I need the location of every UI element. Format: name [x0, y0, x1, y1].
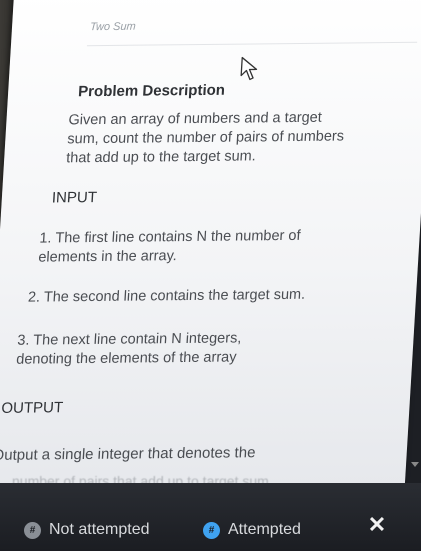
page-title: Two Sum	[89, 20, 137, 34]
status-bar	[0, 483, 421, 551]
problem-panel: Two Sum Problem Description Given an arr…	[0, 0, 421, 494]
legend-attempted: # Attempted	[203, 521, 301, 539]
input-item-1: 1. The first line contains N the number …	[38, 227, 301, 268]
problem-description-text: Given an array of numbers and a target s…	[66, 108, 346, 168]
close-icon[interactable]: ✕	[366, 514, 388, 536]
attempted-badge-icon: #	[203, 521, 220, 539]
input-item-line: 1. The first line contains N the number …	[38, 227, 301, 247]
description-line: sum, count the number of pairs of number…	[66, 128, 345, 148]
input-item-2: 2. The second line contains the target s…	[27, 286, 306, 306]
input-item-line: elements in the array.	[37, 248, 178, 266]
input-item-3: 3. The next line contain N integers, den…	[16, 329, 242, 369]
not-attempted-badge-icon: #	[24, 521, 41, 539]
scroll-down-icon[interactable]	[411, 462, 419, 467]
description-line: that add up to the target sum.	[65, 148, 257, 167]
legend-not-attempted: # Not attempted	[24, 521, 150, 539]
not-attempted-label: Not attempted	[49, 521, 150, 538]
attempted-label: Attempted	[228, 521, 301, 538]
input-item-line: 3. The next line contain N integers,	[16, 330, 242, 349]
output-heading: OUTPUT	[0, 399, 64, 417]
cursor-arrow-icon	[240, 56, 258, 81]
output-text: Output a single integer that denotes the	[0, 444, 256, 464]
title-divider	[86, 41, 418, 47]
input-heading: INPUT	[51, 188, 98, 207]
input-item-line: denoting the elements of the array	[15, 349, 237, 368]
problem-description-heading: Problem Description	[77, 81, 226, 101]
